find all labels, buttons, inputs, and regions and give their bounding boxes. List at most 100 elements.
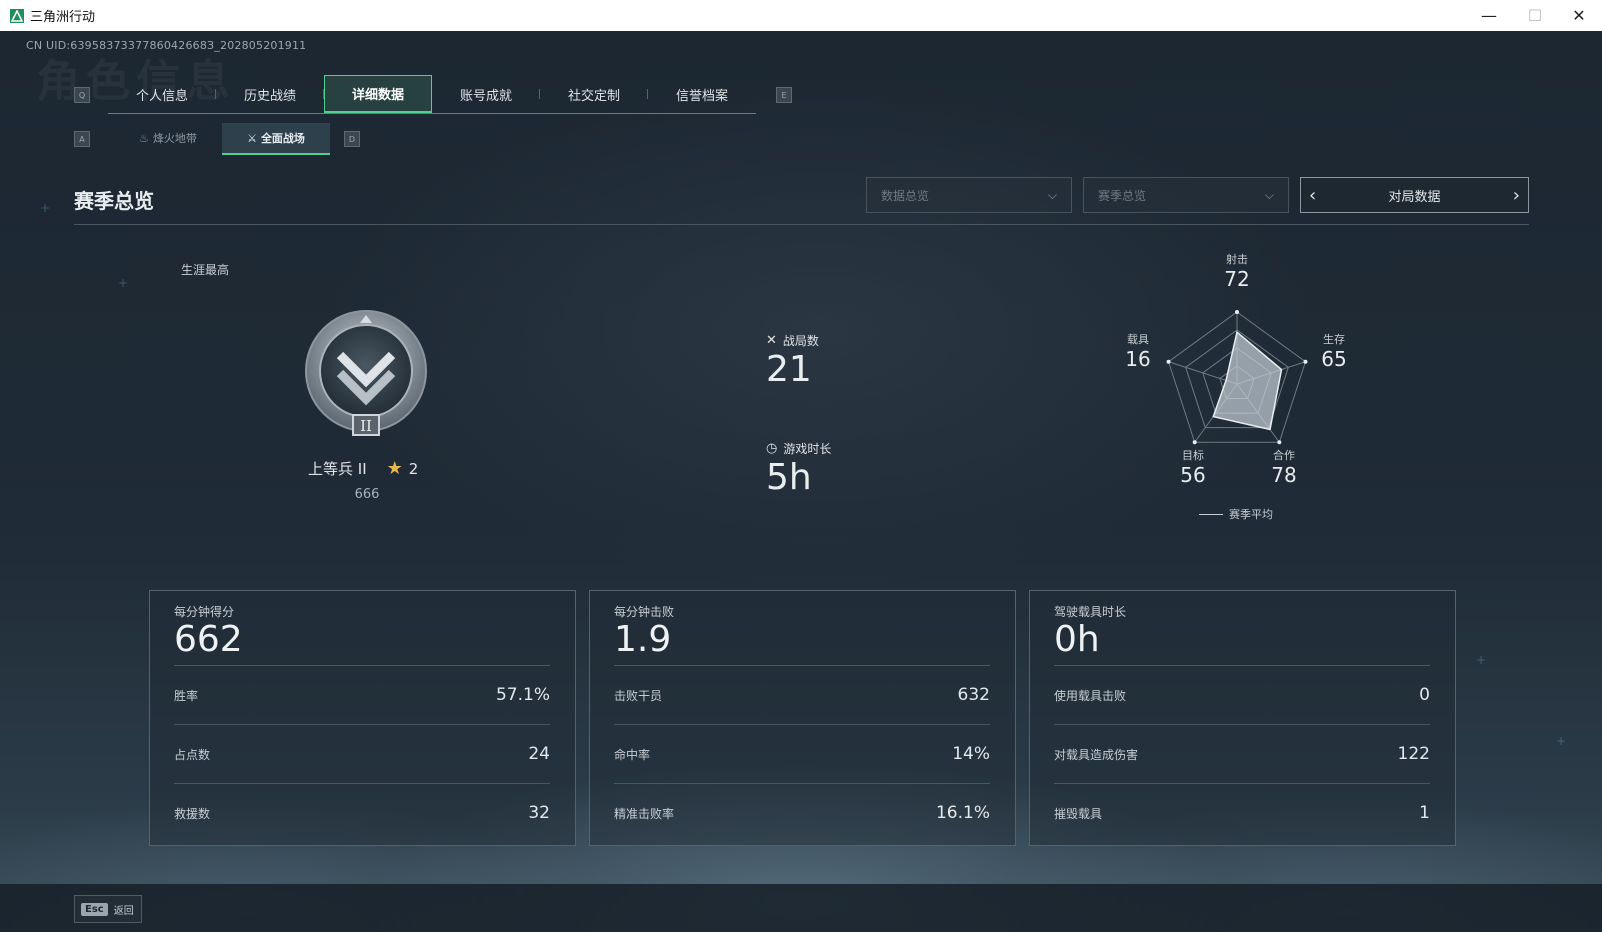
decor-plus-icon: + bbox=[40, 201, 51, 215]
stats-pager: ‹ 对局数据 › bbox=[1300, 177, 1529, 213]
row-value: 14% bbox=[952, 744, 990, 764]
row-key: 救援数 bbox=[174, 806, 211, 821]
flame-icon: ♨ bbox=[139, 131, 149, 145]
subtab-label: 全面战场 bbox=[260, 132, 305, 145]
radar-vertex-dot bbox=[1235, 310, 1239, 314]
radar-axis-name: 载具 bbox=[1127, 333, 1149, 346]
card-row: 使用载具击败 0 bbox=[1054, 665, 1430, 724]
rank-badge-icon: II bbox=[305, 310, 427, 436]
key-hint-a[interactable]: A bbox=[74, 131, 90, 147]
section-divider bbox=[74, 224, 1529, 225]
radar-axis-name: 射击 bbox=[1226, 253, 1248, 266]
dropdown-value: 赛季总览 bbox=[1098, 188, 1147, 203]
radar-legend: 赛季平均 bbox=[1199, 506, 1273, 522]
tab-label: 社交定制 bbox=[567, 88, 620, 104]
key-hint-q[interactable]: Q bbox=[74, 87, 90, 103]
playtime-stat: ◷ 游戏时长 5h bbox=[766, 440, 831, 498]
score-card: 每分钟得分 662 胜率 57.1% 占点数 24 救援数 32 bbox=[149, 590, 576, 846]
chevron-right-icon[interactable]: › bbox=[1513, 185, 1520, 206]
legend-line-icon bbox=[1199, 513, 1223, 515]
matches-stat: ✕ 战局数 21 bbox=[766, 332, 819, 390]
tab-social-custom[interactable]: 社交定制 bbox=[540, 75, 648, 113]
card-row: 救援数 32 bbox=[174, 783, 550, 842]
back-button[interactable]: Esc 返回 bbox=[74, 895, 142, 923]
row-key: 使用载具击败 bbox=[1054, 688, 1127, 703]
radar-axis-value: 78 bbox=[1271, 463, 1297, 487]
chevron-left-icon[interactable]: ‹ bbox=[1309, 185, 1316, 206]
subtab-hazard-zone[interactable]: ♨ 烽火地带 bbox=[114, 123, 222, 153]
row-value: 57.1% bbox=[495, 685, 550, 705]
season-dropdown[interactable]: 赛季总览 ⌵ bbox=[1083, 177, 1289, 213]
tab-credit-record[interactable]: 信誉档案 bbox=[648, 75, 756, 113]
data-type-dropdown[interactable]: 数据总览 ⌵ bbox=[866, 177, 1072, 213]
rank-stars: 2 bbox=[408, 459, 419, 478]
tab-label: 账号成就 bbox=[459, 88, 512, 104]
card-row: 击败干员 632 bbox=[614, 665, 990, 724]
matches-label: 战局数 bbox=[782, 334, 819, 348]
row-value: 24 bbox=[528, 744, 550, 764]
row-value: 32 bbox=[528, 803, 550, 823]
tab-label: 历史战绩 bbox=[243, 88, 296, 104]
tab-detailed-data[interactable]: 详细数据 bbox=[324, 75, 432, 113]
close-button[interactable]: ✕ bbox=[1556, 0, 1602, 31]
card-head: 驾驶载具时长 bbox=[1054, 605, 1127, 619]
radar-chart bbox=[1166, 310, 1308, 445]
back-label: 返回 bbox=[113, 905, 134, 917]
subtab-battlefield[interactable]: ⚔ 全面战场 bbox=[222, 123, 330, 155]
row-key: 胜率 bbox=[174, 688, 199, 703]
crossed-swords-icon: ✕ bbox=[766, 333, 777, 348]
row-value: 122 bbox=[1397, 744, 1430, 764]
radar-axis-value: 16 bbox=[1125, 347, 1151, 371]
esc-key-icon: Esc bbox=[81, 902, 108, 916]
matches-value: 21 bbox=[766, 349, 812, 390]
card-head: 每分钟得分 bbox=[174, 605, 235, 619]
rank-tier-text: II bbox=[360, 417, 372, 435]
row-key: 占点数 bbox=[174, 747, 211, 762]
radar-axis-name: 合作 bbox=[1273, 449, 1295, 462]
card-big-value: 0h bbox=[1054, 619, 1100, 660]
row-value: 0 bbox=[1419, 685, 1430, 705]
tab-match-history[interactable]: 历史战绩 bbox=[216, 75, 324, 113]
card-head: 每分钟击败 bbox=[614, 605, 675, 619]
minimize-button[interactable]: — bbox=[1466, 0, 1512, 31]
radar-axis-value: 65 bbox=[1321, 347, 1347, 371]
playtime-label: 游戏时长 bbox=[783, 442, 832, 456]
radar-axis-name: 生存 bbox=[1323, 333, 1345, 346]
tab-personal-info[interactable]: 个人信息 bbox=[108, 75, 216, 113]
card-big-value: 662 bbox=[174, 619, 243, 660]
card-row: 胜率 57.1% bbox=[174, 665, 550, 724]
chevron-down-icon: ⌵ bbox=[1264, 187, 1274, 202]
card-row: 摧毁载具 1 bbox=[1054, 783, 1430, 842]
card-row: 命中率 14% bbox=[614, 724, 990, 783]
uid-label: CN UID:6395837337786042668З_202805201911 bbox=[26, 39, 307, 52]
ability-radar: 射击 72 生存 65 合作 78 目标 56 载具 16 bbox=[1100, 251, 1400, 541]
star-icon: ★ bbox=[386, 458, 403, 479]
window-titlebar: 三角洲行动 — ☐ ✕ bbox=[0, 0, 1602, 32]
main-tabs: 个人信息 历史战绩 详细数据 账号成就 社交定制 信誉档案 bbox=[108, 75, 756, 114]
tab-label: 个人信息 bbox=[135, 88, 188, 104]
section-title: 赛季总览 bbox=[74, 189, 154, 213]
key-hint-d[interactable]: D bbox=[344, 131, 360, 147]
radar-axis-value: 72 bbox=[1224, 267, 1250, 291]
pager-label: 对局数据 bbox=[1388, 189, 1441, 205]
radar-vertex-dot bbox=[1277, 440, 1282, 445]
chevron-down-icon: ⌵ bbox=[1047, 187, 1057, 202]
row-key: 精准击败率 bbox=[614, 806, 675, 821]
rank-score: 666 bbox=[354, 487, 380, 502]
vehicle-card: 驾驶载具时长 0h 使用载具击败 0 对载具造成伤害 122 摧毁载具 1 bbox=[1029, 590, 1456, 846]
card-row: 占点数 24 bbox=[174, 724, 550, 783]
dropdown-value: 数据总览 bbox=[881, 188, 930, 203]
radar-label-survival: 生存 65 bbox=[1304, 331, 1364, 371]
radar-label-vehicle: 载具 16 bbox=[1108, 331, 1168, 371]
card-big-value: 1.9 bbox=[614, 619, 672, 660]
maximize-button[interactable]: ☐ bbox=[1512, 0, 1558, 31]
rank-name: 上等兵 II ★ 2 bbox=[308, 458, 418, 479]
tab-achievements[interactable]: 账号成就 bbox=[432, 75, 540, 113]
radar-label-shooting: 射击 72 bbox=[1207, 251, 1267, 291]
app-logo-icon bbox=[10, 8, 24, 23]
main-stage: 角色信息 CN UID:6395837337786042668З_2028052… bbox=[0, 31, 1602, 932]
mode-subtabs: ♨ 烽火地带 ⚔ 全面战场 bbox=[114, 123, 330, 155]
key-hint-e[interactable]: E bbox=[776, 87, 792, 103]
career-best-label: 生涯最高 bbox=[181, 263, 230, 277]
row-value: 1 bbox=[1419, 803, 1430, 823]
